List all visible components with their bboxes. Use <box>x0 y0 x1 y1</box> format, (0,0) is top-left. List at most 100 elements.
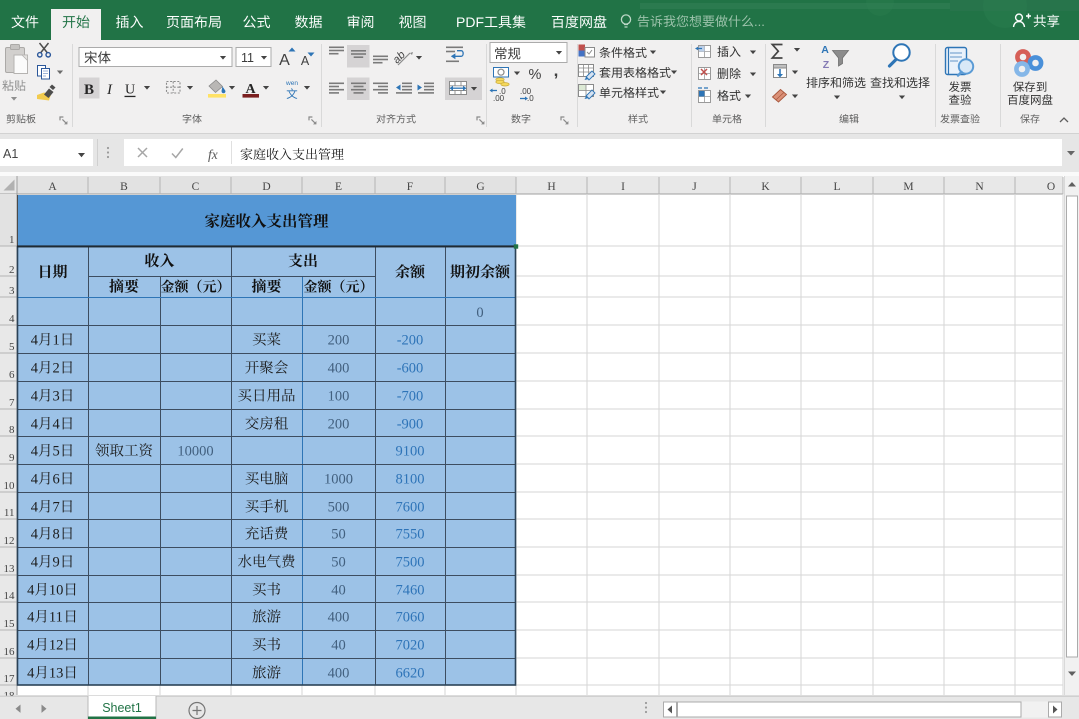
svg-text:50: 50 <box>331 527 346 543</box>
svg-text:7500: 7500 <box>396 555 425 571</box>
svg-text:A: A <box>279 52 290 69</box>
svg-text:1: 1 <box>9 234 15 246</box>
svg-text:A: A <box>301 54 310 68</box>
svg-text:10: 10 <box>4 480 16 492</box>
svg-text:4: 4 <box>53 417 61 433</box>
svg-text:A1: A1 <box>3 147 18 161</box>
svg-text:13: 13 <box>49 666 64 682</box>
svg-text:E: E <box>335 181 342 193</box>
svg-text:...: ... <box>754 14 765 29</box>
svg-text:9: 9 <box>9 452 15 464</box>
svg-text:L: L <box>833 181 840 193</box>
svg-text:Z: Z <box>823 59 830 71</box>
svg-text:14: 14 <box>4 590 16 602</box>
svg-text:-600: -600 <box>397 361 424 377</box>
svg-text:-700: -700 <box>397 389 424 405</box>
svg-text:Sheet1: Sheet1 <box>102 701 142 715</box>
svg-text:200: 200 <box>328 333 350 349</box>
svg-text:4: 4 <box>31 555 39 571</box>
svg-text:8100: 8100 <box>396 472 425 488</box>
svg-text:40: 40 <box>331 583 346 599</box>
svg-text:2: 2 <box>53 361 60 377</box>
svg-text:4: 4 <box>9 313 15 325</box>
svg-text:4: 4 <box>31 500 39 516</box>
svg-text:17: 17 <box>4 673 16 685</box>
svg-text:B: B <box>84 82 94 98</box>
svg-text:400: 400 <box>328 361 350 377</box>
svg-text:10000: 10000 <box>177 444 213 460</box>
svg-text:4: 4 <box>31 527 39 543</box>
svg-text:6: 6 <box>53 472 60 488</box>
svg-text:.0: .0 <box>527 94 534 103</box>
svg-text:1: 1 <box>53 333 60 349</box>
svg-text:N: N <box>975 181 984 193</box>
svg-text:50: 50 <box>331 555 346 571</box>
svg-text:4: 4 <box>31 389 39 405</box>
svg-text:11: 11 <box>241 51 254 65</box>
svg-text:500: 500 <box>328 500 350 516</box>
svg-text:7060: 7060 <box>396 610 425 626</box>
svg-text:I: I <box>106 82 113 98</box>
svg-text:4: 4 <box>27 583 35 599</box>
svg-text:C: C <box>192 181 200 193</box>
svg-text:4: 4 <box>31 444 39 460</box>
svg-text:G: G <box>476 181 484 193</box>
svg-text:I: I <box>621 181 625 193</box>
svg-text:5: 5 <box>9 341 15 353</box>
svg-text:A: A <box>48 181 57 193</box>
svg-text:6: 6 <box>9 369 15 381</box>
svg-text:7020: 7020 <box>396 638 425 654</box>
svg-text:H: H <box>547 181 555 193</box>
svg-text:400: 400 <box>328 610 350 626</box>
svg-text:100: 100 <box>328 389 350 405</box>
svg-text:5: 5 <box>53 444 60 460</box>
svg-text:13: 13 <box>4 563 16 575</box>
svg-text:wen: wen <box>285 80 298 87</box>
svg-text:9100: 9100 <box>396 444 425 460</box>
svg-text:.00: .00 <box>493 94 505 103</box>
svg-text:,: , <box>554 61 559 80</box>
svg-text:A: A <box>821 44 829 56</box>
svg-text:fx: fx <box>208 147 218 162</box>
svg-text:8: 8 <box>53 527 60 543</box>
svg-text:7550: 7550 <box>396 527 425 543</box>
svg-text:%: % <box>529 67 542 83</box>
svg-text:6620: 6620 <box>396 666 425 682</box>
svg-text:12: 12 <box>4 535 15 547</box>
svg-text:4: 4 <box>27 610 35 626</box>
svg-text:7: 7 <box>53 500 60 516</box>
svg-text:11: 11 <box>49 610 63 626</box>
svg-text:D: D <box>262 181 270 193</box>
svg-text:7600: 7600 <box>396 500 425 516</box>
svg-text:200: 200 <box>328 417 350 433</box>
svg-text:15: 15 <box>4 618 16 630</box>
svg-text:4: 4 <box>27 638 35 654</box>
svg-text:4: 4 <box>27 666 35 682</box>
svg-text:B: B <box>120 181 128 193</box>
svg-text:PDF: PDF <box>456 14 484 30</box>
svg-text:U: U <box>125 83 135 98</box>
svg-text:40: 40 <box>331 638 346 654</box>
svg-text:O: O <box>1047 181 1055 193</box>
svg-text:9: 9 <box>53 555 60 571</box>
svg-text:4: 4 <box>31 361 39 377</box>
svg-text:1000: 1000 <box>324 472 353 488</box>
svg-text:M: M <box>903 181 913 193</box>
svg-text:4: 4 <box>31 472 39 488</box>
svg-text:F: F <box>407 181 413 193</box>
svg-text:-900: -900 <box>397 417 424 433</box>
svg-text:0: 0 <box>476 305 483 321</box>
svg-text:2: 2 <box>9 264 15 276</box>
svg-text:3: 3 <box>53 389 60 405</box>
svg-text:10: 10 <box>49 583 64 599</box>
svg-text:16: 16 <box>4 646 16 658</box>
svg-text:400: 400 <box>328 666 350 682</box>
svg-text:3: 3 <box>9 285 15 297</box>
svg-text:4: 4 <box>31 333 39 349</box>
svg-text:4: 4 <box>31 417 39 433</box>
svg-text:7: 7 <box>9 397 15 409</box>
svg-text:11: 11 <box>4 507 15 519</box>
svg-text:-200: -200 <box>397 333 424 349</box>
svg-text:K: K <box>761 181 770 193</box>
svg-text:12: 12 <box>49 638 64 654</box>
